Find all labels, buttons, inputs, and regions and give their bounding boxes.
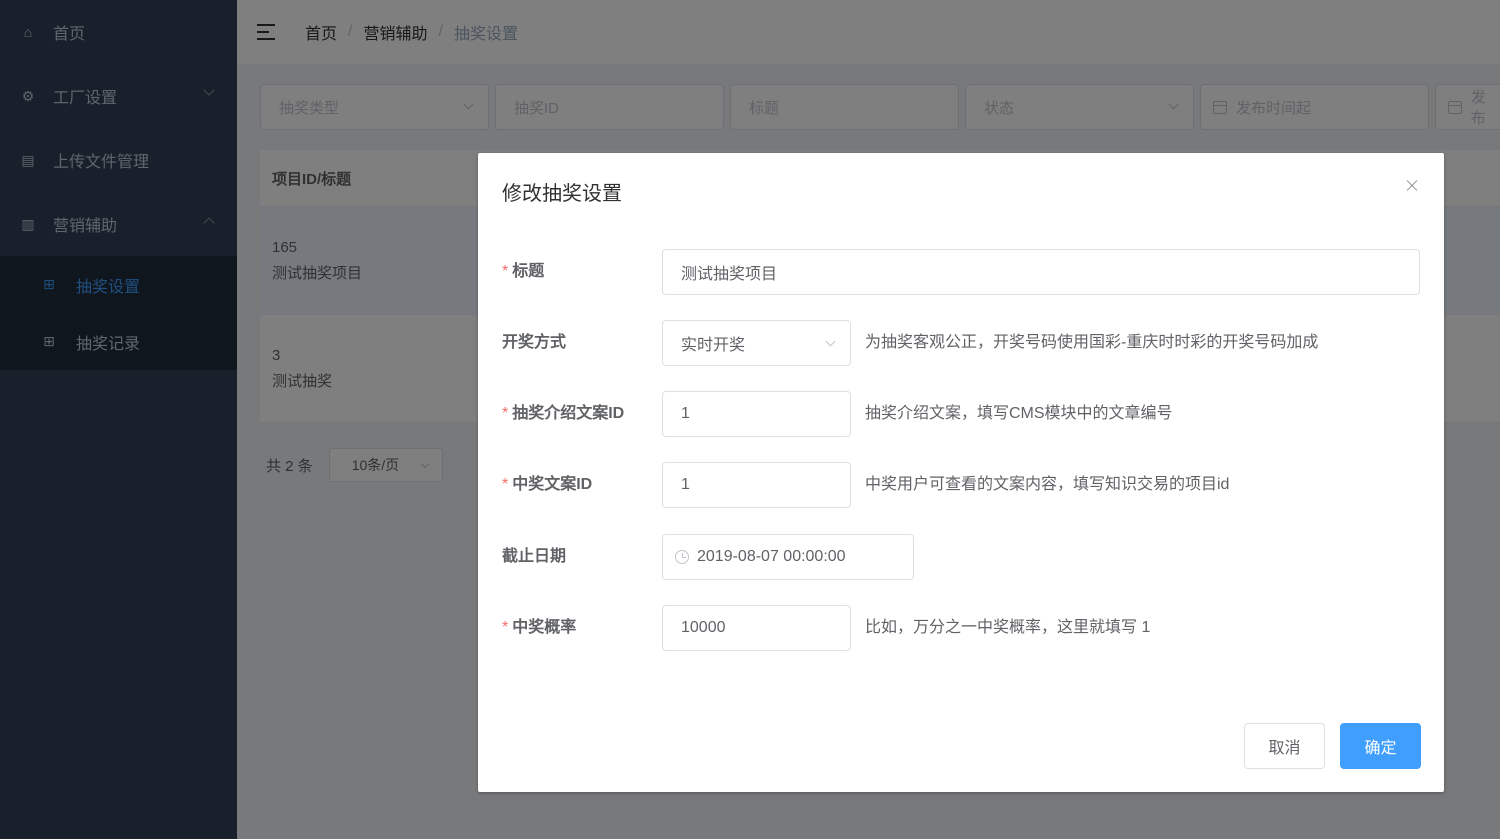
required-mark: * bbox=[502, 405, 509, 422]
draw-method-value: 实时开奖 bbox=[681, 337, 746, 354]
dialog-title: 修改抽奖设置 bbox=[502, 183, 622, 205]
form-label-text: 抽奖介绍文案ID bbox=[512, 405, 625, 422]
form-label-win-rate: * 中奖概率 bbox=[502, 605, 576, 651]
chevron-down-icon bbox=[825, 336, 836, 347]
clock-icon bbox=[675, 550, 689, 564]
required-mark: * bbox=[502, 263, 509, 280]
win-doc-id-hint: 中奖用户可查看的文案内容，填写知识交易的项目id bbox=[865, 476, 1230, 493]
draw-method-select[interactable]: 实时开奖 bbox=[662, 320, 851, 366]
form-row-title: * 标题 测试抽奖项目 bbox=[502, 249, 1422, 295]
form-label-win-doc-id: * 中奖文案ID bbox=[502, 462, 592, 508]
title-field[interactable]: 测试抽奖项目 bbox=[662, 249, 1420, 295]
edit-lottery-dialog: 修改抽奖设置 * 标题 测试抽奖项目 开奖方式 实时开奖 为抽奖客观公正，开奖号码… bbox=[478, 153, 1444, 792]
win-rate-field[interactable]: 10000 bbox=[662, 605, 851, 651]
close-icon[interactable] bbox=[1404, 177, 1420, 193]
win-doc-id-field[interactable]: 1 bbox=[662, 462, 851, 508]
confirm-button[interactable]: 确定 bbox=[1340, 723, 1421, 769]
form-label-draw-method: 开奖方式 bbox=[502, 320, 566, 366]
draw-method-hint: 为抽奖客观公正，开奖号码使用国彩-重庆时时彩的开奖号码加成 bbox=[865, 334, 1319, 351]
intro-doc-id-value: 1 bbox=[681, 405, 690, 422]
form-label-text: 标题 bbox=[512, 263, 545, 280]
win-rate-hint: 比如，万分之一中奖概率，这里就填写 1 bbox=[865, 619, 1151, 636]
win-rate-value: 10000 bbox=[681, 619, 726, 636]
intro-doc-id-hint: 抽奖介绍文案，填写CMS模块中的文章编号 bbox=[865, 405, 1173, 422]
form-row-draw-method: 开奖方式 实时开奖 为抽奖客观公正，开奖号码使用国彩-重庆时时彩的开奖号码加成 bbox=[502, 320, 1422, 366]
form-row-intro-doc-id: * 抽奖介绍文案ID 1 抽奖介绍文案，填写CMS模块中的文章编号 bbox=[502, 391, 1422, 437]
deadline-picker[interactable]: 2019-08-07 00:00:00 bbox=[662, 534, 914, 580]
form-label-text: 中奖文案ID bbox=[512, 476, 593, 493]
win-doc-id-value: 1 bbox=[681, 476, 690, 493]
form-row-deadline: 截止日期 2019-08-07 00:00:00 bbox=[502, 534, 1422, 580]
cancel-button[interactable]: 取消 bbox=[1244, 723, 1325, 769]
form-label-deadline: 截止日期 bbox=[502, 534, 566, 580]
form-label-intro-doc-id: * 抽奖介绍文案ID bbox=[502, 391, 624, 437]
form-label-title: * 标题 bbox=[502, 249, 544, 295]
required-mark: * bbox=[502, 476, 509, 493]
form-label-text: 中奖概率 bbox=[512, 619, 577, 636]
intro-doc-id-field[interactable]: 1 bbox=[662, 391, 851, 437]
form-row-win-doc-id: * 中奖文案ID 1 中奖用户可查看的文案内容，填写知识交易的项目id bbox=[502, 462, 1422, 508]
required-mark: * bbox=[502, 619, 509, 636]
form-label-text: 截止日期 bbox=[502, 548, 567, 565]
form-label-text: 开奖方式 bbox=[502, 334, 567, 351]
form-row-win-rate: * 中奖概率 10000 比如，万分之一中奖概率，这里就填写 1 bbox=[502, 605, 1422, 651]
deadline-value: 2019-08-07 00:00:00 bbox=[697, 548, 846, 565]
title-field-value: 测试抽奖项目 bbox=[681, 266, 778, 283]
